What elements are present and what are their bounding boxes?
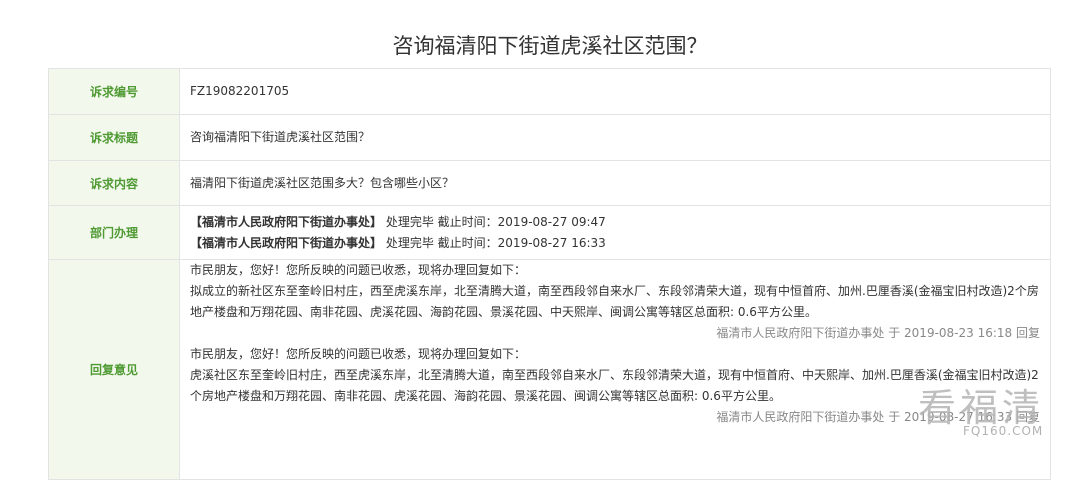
watermark-url: FQ160.COM	[963, 424, 1044, 438]
reply-signature: 福清市人民政府阳下街道办事处 于 2019-08-27 16:33 回复	[716, 410, 1040, 424]
reply-body: 拟成立的新社区东至奎岭旧村庄，西至虎溪东岸，北至清腾大道，南至西段邻自来水厂、东…	[190, 284, 1039, 319]
label-subject: 诉求标题	[48, 114, 180, 161]
value-dept: 【福清市人民政府阳下街道办事处】 处理完毕 截止时间：2019-08-27 09…	[179, 205, 1051, 260]
dept-name: 【福清市人民政府阳下街道办事处】	[190, 214, 383, 229]
dept-status: 处理完毕 截止时间：2019-08-27 09:47	[385, 214, 606, 229]
value-subject: 咨询福清阳下街道虎溪社区范围？	[179, 114, 1051, 161]
page-title: 咨询福清阳下街道虎溪社区范围？	[392, 34, 708, 58]
row-subject: 诉求标题 咨询福清阳下街道虎溪社区范围？	[48, 114, 1051, 161]
value-number: FZ19082201705	[179, 68, 1051, 115]
label-number: 诉求编号	[48, 68, 180, 115]
label-content: 诉求内容	[48, 160, 180, 206]
row-content: 诉求内容 福清阳下街道虎溪社区范围多大？包含哪些小区？	[48, 160, 1051, 206]
dept-line: 【福清市人民政府阳下街道办事处】 处理完毕 截止时间：2019-08-27 16…	[190, 233, 1040, 254]
value-content: 福清阳下街道虎溪社区范围多大？包含哪些小区？	[179, 160, 1051, 206]
reply-signature: 福清市人民政府阳下街道办事处 于 2019-08-23 16:18 回复	[716, 326, 1040, 340]
dept-line: 【福清市人民政府阳下街道办事处】 处理完毕 截止时间：2019-08-27 09…	[190, 212, 1040, 233]
label-reply: 回复意见	[48, 259, 180, 480]
reply-body: 虎溪社区东至奎岭旧村庄，西至虎溪东岸，北至清腾大道，南至西段邻自来水厂、东段邻清…	[190, 368, 1039, 403]
appeal-table: 诉求编号 FZ19082201705 诉求标题 咨询福清阳下街道虎溪社区范围？ …	[48, 68, 1051, 480]
dept-status: 处理完毕 截止时间：2019-08-27 16:33	[385, 235, 606, 250]
reply-greeting: 市民朋友，您好！您所反映的问题已收悉，现将办理回复如下：	[190, 263, 527, 277]
row-number: 诉求编号 FZ19082201705	[48, 68, 1051, 115]
label-dept: 部门办理	[48, 205, 180, 260]
row-dept: 部门办理 【福清市人民政府阳下街道办事处】 处理完毕 截止时间：2019-08-…	[48, 205, 1051, 260]
value-reply: 市民朋友，您好！您所反映的问题已收悉，现将办理回复如下： 拟成立的新社区东至奎岭…	[179, 259, 1051, 480]
dept-name: 【福清市人民政府阳下街道办事处】	[190, 235, 383, 250]
reply-greeting: 市民朋友，您好！您所反映的问题已收悉，现将办理回复如下：	[190, 347, 527, 361]
row-reply: 回复意见 市民朋友，您好！您所反映的问题已收悉，现将办理回复如下： 拟成立的新社…	[48, 259, 1051, 480]
